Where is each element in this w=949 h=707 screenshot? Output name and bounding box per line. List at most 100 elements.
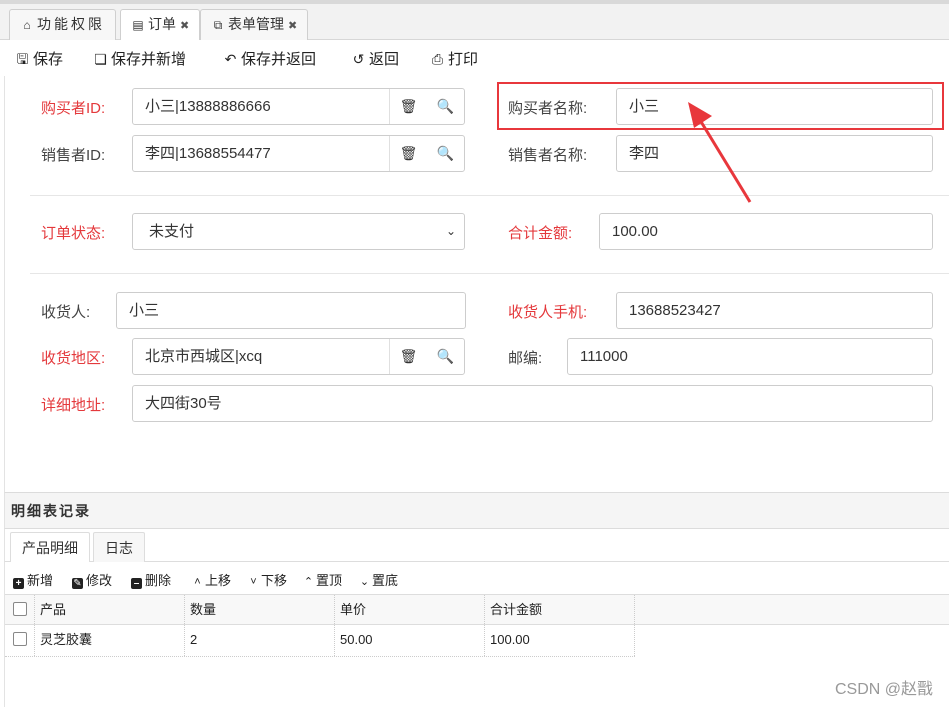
- detail-subtabs: 产品明细 日志: [4, 529, 949, 563]
- product-detail-grid: 产品 数量 单价 合计金额 灵芝胶囊 2 50.00 100.00: [4, 594, 949, 707]
- double-chevron-up-icon: ⌃: [303, 576, 314, 588]
- save-and-return-button[interactable]: ↶ 保存并返回: [222, 48, 316, 69]
- close-icon[interactable]: ✖: [180, 20, 189, 32]
- checkbox[interactable]: [13, 602, 27, 616]
- save-and-new-button[interactable]: ❏ 保存并新增: [92, 48, 186, 69]
- seller-name-value: 李四: [629, 145, 660, 162]
- window-icon: ⧉: [213, 18, 223, 32]
- detail-panel-title: 明细表记录: [4, 492, 949, 529]
- section-divider: [30, 273, 949, 274]
- postcode-field[interactable]: 111000: [567, 338, 933, 375]
- chevron-up-icon: ˄: [194, 576, 201, 588]
- chevron-down-icon: ⌄: [445, 224, 456, 238]
- edit-icon: ✎: [72, 578, 83, 589]
- tab-form-management[interactable]: ⧉ 表单管理 ✖: [200, 9, 309, 40]
- delete-row-label: 删除: [145, 573, 172, 588]
- cell-product: 灵芝胶囊: [35, 625, 185, 656]
- search-icon[interactable]: 🔍: [427, 136, 464, 171]
- subtab-log[interactable]: 日志: [93, 532, 145, 563]
- buyer-id-value: 小三|13888886666: [145, 98, 271, 115]
- back-button[interactable]: ↺ 返回: [350, 48, 399, 69]
- section-divider: [30, 195, 949, 196]
- seller-id-field[interactable]: 李四|13688554477 🗑 🔍: [132, 135, 465, 172]
- column-header-total[interactable]: 合计金额: [485, 595, 635, 626]
- column-header-unit-price[interactable]: 单价: [335, 595, 485, 626]
- print-label: 打印: [448, 51, 479, 68]
- annotation-arrow: [688, 102, 752, 203]
- add-row-button[interactable]: + 新增: [13, 570, 53, 589]
- save-and-new-label: 保存并新增: [111, 51, 187, 68]
- region-field[interactable]: 北京市西城区|xcq 🗑 🔍: [132, 338, 465, 375]
- checkbox[interactable]: [13, 632, 27, 646]
- grid-header-row: 产品 数量 单价 合计金额: [5, 594, 949, 626]
- reply-icon: ↶: [224, 51, 237, 67]
- postcode-label: 邮编:: [508, 350, 543, 367]
- order-status-value: 未支付: [149, 223, 195, 240]
- edit-row-button[interactable]: ✎ 修改: [72, 570, 112, 589]
- chevron-down-icon: ˅: [250, 576, 257, 588]
- seller-id-value: 李四|13688554477: [145, 145, 271, 162]
- row-select[interactable]: [5, 625, 35, 656]
- move-top-button[interactable]: ⌃ 置顶: [302, 570, 342, 589]
- address-value: 大四街30号: [145, 395, 222, 412]
- move-top-label: 置顶: [316, 573, 343, 588]
- cell-total: 100.00: [485, 625, 635, 656]
- cell-unit-price: 50.00: [335, 625, 485, 656]
- move-bottom-button[interactable]: ⌄ 置底: [358, 570, 398, 589]
- order-status-label: 订单状态:: [41, 225, 106, 242]
- trash-icon[interactable]: 🗑: [390, 339, 427, 374]
- total-amount-value: 100.00: [612, 223, 658, 240]
- search-icon[interactable]: 🔍: [427, 89, 464, 124]
- receiver-value: 小三: [129, 302, 160, 319]
- tab-function-permissions[interactable]: ⌂ 功能权限: [9, 9, 116, 40]
- minus-icon: –: [131, 578, 142, 589]
- table-row[interactable]: 灵芝胶囊 2 50.00 100.00: [5, 625, 635, 657]
- address-field[interactable]: 大四街30号: [132, 385, 933, 422]
- receiver-phone-field[interactable]: 13688523427: [616, 292, 933, 329]
- add-row-label: 新增: [27, 573, 54, 588]
- move-up-button[interactable]: ˄ 上移: [191, 570, 231, 589]
- save-button[interactable]: 🖫 保存: [14, 48, 63, 73]
- trash-icon[interactable]: 🗑: [390, 89, 427, 124]
- region-value: 北京市西城区|xcq: [145, 348, 263, 365]
- receiver-phone-label: 收货人手机:: [508, 304, 588, 321]
- seller-name-field[interactable]: 李四: [616, 135, 933, 172]
- move-up-label: 上移: [205, 573, 232, 588]
- search-icon[interactable]: 🔍: [427, 339, 464, 374]
- total-amount-field[interactable]: 100.00: [599, 213, 933, 250]
- back-label: 返回: [369, 51, 400, 68]
- print-button[interactable]: ⎙ 打印: [429, 48, 478, 69]
- floppy-icon: 🖫: [16, 51, 29, 67]
- grid-toolbar: + 新增 ✎ 修改 – 删除 ˄ 上移 ˅ 下移 ⌃ 置顶 ⌄ 置底: [4, 562, 949, 594]
- total-amount-label: 合计金额:: [508, 225, 573, 242]
- subtab-product-detail[interactable]: 产品明细: [10, 532, 90, 563]
- buyer-id-field[interactable]: 小三|13888886666 🗑 🔍: [132, 88, 465, 125]
- return-icon: ↺: [352, 51, 365, 67]
- edit-row-label: 修改: [86, 573, 113, 588]
- watermark: CSDN @赵戬: [834, 681, 933, 698]
- tab-label: 订单: [148, 16, 176, 32]
- receiver-label: 收货人:: [41, 304, 91, 321]
- save-label: 保存: [33, 51, 64, 68]
- move-down-button[interactable]: ˅ 下移: [247, 570, 287, 589]
- seller-name-label: 销售者名称:: [508, 147, 588, 164]
- delete-row-button[interactable]: – 删除: [131, 570, 171, 589]
- double-chevron-down-icon: ⌄: [359, 576, 370, 588]
- order-status-select[interactable]: 未支付 ⌄: [132, 213, 465, 250]
- receiver-field[interactable]: 小三: [116, 292, 466, 329]
- plus-icon: +: [13, 578, 24, 589]
- seller-id-label: 销售者ID:: [41, 147, 106, 164]
- close-icon[interactable]: ✖: [288, 20, 297, 32]
- tab-label: 功能权限: [37, 16, 105, 32]
- postcode-value: 111000: [580, 348, 628, 365]
- column-header-quantity[interactable]: 数量: [185, 595, 335, 626]
- save-and-return-label: 保存并返回: [241, 51, 317, 68]
- move-down-label: 下移: [261, 573, 288, 588]
- trash-icon[interactable]: 🗑: [390, 136, 427, 171]
- column-header-product[interactable]: 产品: [35, 595, 185, 626]
- header-select-all[interactable]: [5, 595, 35, 626]
- tab-bar: ⌂ 功能权限 ▤ 订单 ✖ ⧉ 表单管理 ✖: [0, 0, 949, 41]
- home-icon: ⌂: [23, 18, 31, 32]
- tab-order[interactable]: ▤ 订单 ✖: [120, 9, 201, 41]
- document-icon: ▤: [132, 18, 144, 32]
